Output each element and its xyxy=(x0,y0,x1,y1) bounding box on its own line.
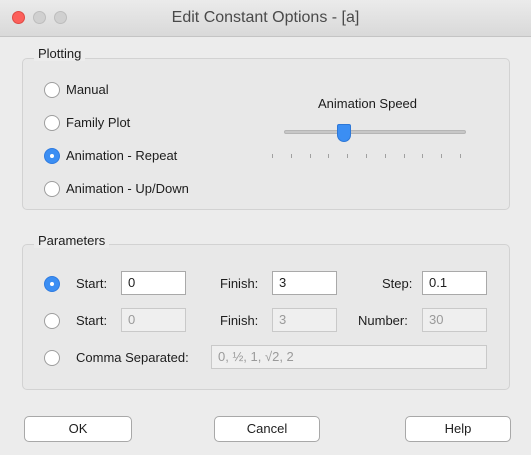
radio-manual-label[interactable]: Manual xyxy=(66,82,109,97)
slider-tick xyxy=(290,154,292,158)
slider-tick xyxy=(272,154,273,158)
slider-tick xyxy=(347,154,349,158)
slider-tick xyxy=(403,154,405,158)
title-bar: Edit Constant Options - [a] xyxy=(0,0,531,37)
cancel-button[interactable]: Cancel xyxy=(214,416,320,442)
ok-button[interactable]: OK xyxy=(24,416,132,442)
comma-separated-input[interactable]: 0, ½, 1, √2, 2 xyxy=(211,345,487,369)
radio-start-finish-step[interactable] xyxy=(44,276,60,292)
radio-comma-separated[interactable] xyxy=(44,350,60,366)
start-label-2: Start: xyxy=(76,313,108,328)
slider-tick xyxy=(366,154,367,158)
number-label: Number: xyxy=(358,313,408,328)
finish-input-2[interactable]: 3 xyxy=(272,308,337,332)
start-input[interactable]: 0 xyxy=(121,271,186,295)
start-label: Start: xyxy=(76,276,108,291)
help-button[interactable]: Help xyxy=(405,416,511,442)
radio-start-finish-number[interactable] xyxy=(44,313,60,329)
plotting-legend: Plotting xyxy=(34,46,86,61)
radio-family-plot[interactable] xyxy=(44,115,60,131)
parameters-legend: Parameters xyxy=(34,233,110,248)
radio-animation-repeat-label[interactable]: Animation - Repeat xyxy=(66,148,177,163)
radio-animation-repeat[interactable] xyxy=(44,148,60,164)
radio-family-plot-label[interactable]: Family Plot xyxy=(66,115,130,130)
animation-speed-slider-thumb[interactable] xyxy=(337,124,352,142)
animation-speed-label: Animation Speed xyxy=(318,96,418,111)
slider-tick xyxy=(422,154,424,158)
comma-separated-label: Comma Separated: xyxy=(76,350,189,365)
slider-tick xyxy=(384,154,386,158)
radio-animation-updown[interactable] xyxy=(44,181,60,197)
slider-tick xyxy=(441,154,443,158)
animation-speed-slider-track[interactable] xyxy=(284,130,466,134)
step-label: Step: xyxy=(382,276,413,291)
radio-animation-updown-label[interactable]: Animation - Up/Down xyxy=(66,181,189,196)
number-input[interactable]: 30 xyxy=(422,308,487,332)
finish-label-2: Finish: xyxy=(220,313,259,328)
window-title: Edit Constant Options - [a] xyxy=(171,9,360,26)
slider-tick xyxy=(328,154,330,158)
step-input[interactable]: 0.1 xyxy=(422,271,487,295)
finish-label: Finish: xyxy=(220,276,259,291)
slider-tick xyxy=(460,154,461,158)
radio-manual[interactable] xyxy=(44,82,60,98)
slider-tick xyxy=(309,154,311,158)
finish-input[interactable]: 3 xyxy=(272,271,337,295)
start-input-2[interactable]: 0 xyxy=(121,308,186,332)
